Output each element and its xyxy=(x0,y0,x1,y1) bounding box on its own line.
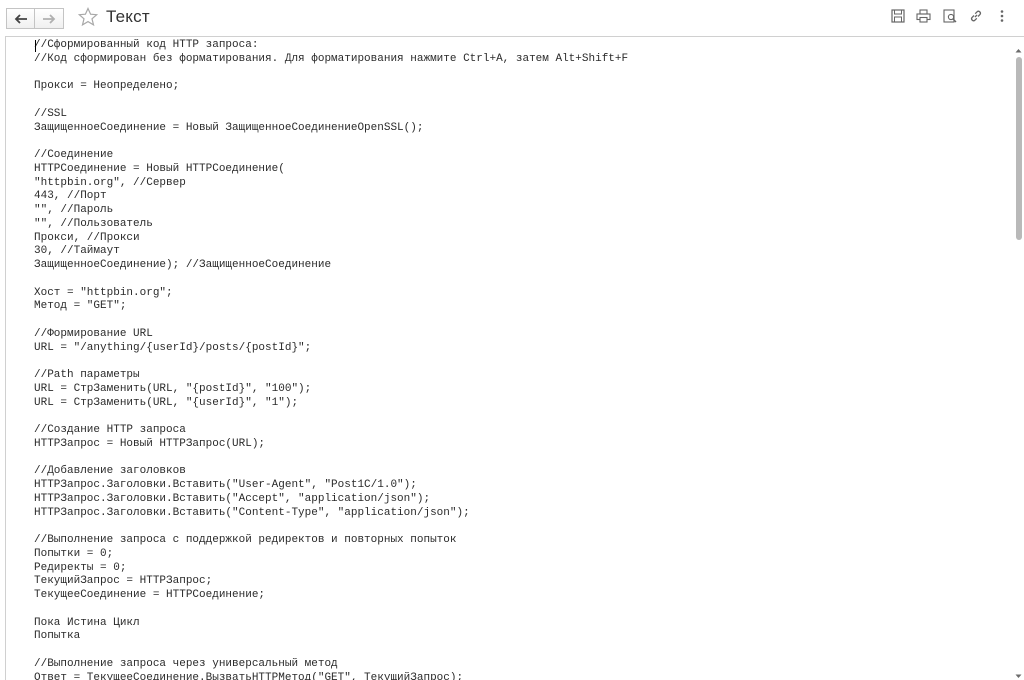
code-line: ТекущееСоединение = HTTPСоединение; xyxy=(34,589,266,601)
scroll-up-button[interactable] xyxy=(1013,43,1024,55)
code-line: URL = СтрЗаменить(URL, "{userId}", "1"); xyxy=(34,396,299,409)
code-line: ЗащищенноеСоединение = Новый ЗащищенноеС… xyxy=(34,121,424,134)
code-text[interactable]: //Сформированный код HTTP запроса://Код … xyxy=(34,39,628,680)
code-line: Редиректы = 0; xyxy=(34,561,127,574)
link-button[interactable] xyxy=(967,10,984,27)
code-line: "", //Пользователь xyxy=(34,217,153,230)
code-line: Ответ = ТекущееСоединение.ВызватьHTTPМет… xyxy=(34,671,464,680)
code-line: //Соединение xyxy=(34,149,114,161)
code-line: Попытка xyxy=(34,630,81,643)
navigation-buttons xyxy=(6,8,64,29)
code-line: HTTPЗапрос.Заголовки.Вставить("Content-T… xyxy=(34,506,470,519)
code-line: HTTPЗапрос = Новый HTTPЗапрос(URL); xyxy=(34,437,266,450)
print-button[interactable] xyxy=(915,9,932,28)
code-line: HTTPСоединение = Новый HTTPСоединение( xyxy=(34,162,285,175)
code-line: //Выполнение запроса с поддержкой редире… xyxy=(34,534,457,546)
more-button[interactable] xyxy=(993,10,1010,27)
code-line: Прокси = Неопределено; xyxy=(34,80,180,93)
code-line: URL = СтрЗаменить(URL, "{postId}", "100"… xyxy=(34,382,312,395)
code-line: //Добавление заголовков xyxy=(34,465,186,478)
more-icon xyxy=(1000,9,1004,28)
forward-button[interactable] xyxy=(35,8,64,29)
save-button[interactable] xyxy=(889,9,906,28)
code-line: //Path параметры xyxy=(34,369,140,381)
text-caret xyxy=(35,40,36,52)
code-line: //Выполнение запроса через универсальный… xyxy=(34,657,338,670)
arrow-right-icon xyxy=(42,13,56,24)
vertical-scrollbar[interactable] xyxy=(1013,37,1024,680)
chevron-down-icon xyxy=(1015,666,1022,680)
code-line: //Сформированный код HTTP запроса: xyxy=(34,39,259,51)
code-line: ТекущийЗапрос = HTTPЗапрос; xyxy=(34,575,213,588)
code-line: ЗащищенноеСоединение); //ЗащищенноеСоеди… xyxy=(34,259,332,271)
arrow-left-icon xyxy=(14,13,28,24)
text-window: Текст //Сформированный код HTTP запроса:… xyxy=(0,0,1024,680)
print-icon xyxy=(916,9,931,28)
code-line: 30, //Таймаут xyxy=(34,245,120,258)
code-line: //Создание HTTP запроса xyxy=(34,424,186,436)
save-icon xyxy=(890,9,905,28)
code-line: //Код сформирован без форматирования. Дл… xyxy=(34,52,629,65)
code-line: Пока Истина Цикл xyxy=(34,616,140,629)
preview-button[interactable] xyxy=(941,9,958,28)
window-tools xyxy=(880,9,1010,28)
code-line: //SSL xyxy=(34,107,68,120)
preview-icon xyxy=(942,9,957,28)
code-line: "httpbin.org", //Сервер xyxy=(34,176,186,189)
code-line: 443, //Порт xyxy=(34,190,107,203)
code-line: URL = "/anything/{userId}/posts/{postId}… xyxy=(34,341,312,354)
code-line: "", //Пароль xyxy=(34,204,114,216)
code-line: Хост = "httpbin.org"; xyxy=(34,286,173,299)
code-line: Метод = "GET"; xyxy=(34,300,127,313)
code-line: HTTPЗапрос.Заголовки.Вставить("Accept", … xyxy=(34,492,431,505)
code-line: //Формирование URL xyxy=(34,327,153,340)
code-line: Прокси, //Прокси xyxy=(34,231,140,244)
code-line: HTTPЗапрос.Заголовки.Вставить("User-Agen… xyxy=(34,479,417,491)
code-line: Попытки = 0; xyxy=(34,547,114,560)
favorite-button[interactable] xyxy=(77,6,99,32)
text-editor[interactable]: //Сформированный код HTTP запроса://Код … xyxy=(5,36,1024,680)
title-bar: Текст xyxy=(0,0,1024,36)
back-button[interactable] xyxy=(6,8,35,29)
scroll-down-button[interactable] xyxy=(1013,669,1024,680)
star-icon xyxy=(77,6,99,32)
chevron-up-icon xyxy=(1015,40,1022,58)
link-icon xyxy=(969,9,983,28)
window-title: Текст xyxy=(106,7,150,26)
scroll-thumb[interactable] xyxy=(1016,57,1022,240)
